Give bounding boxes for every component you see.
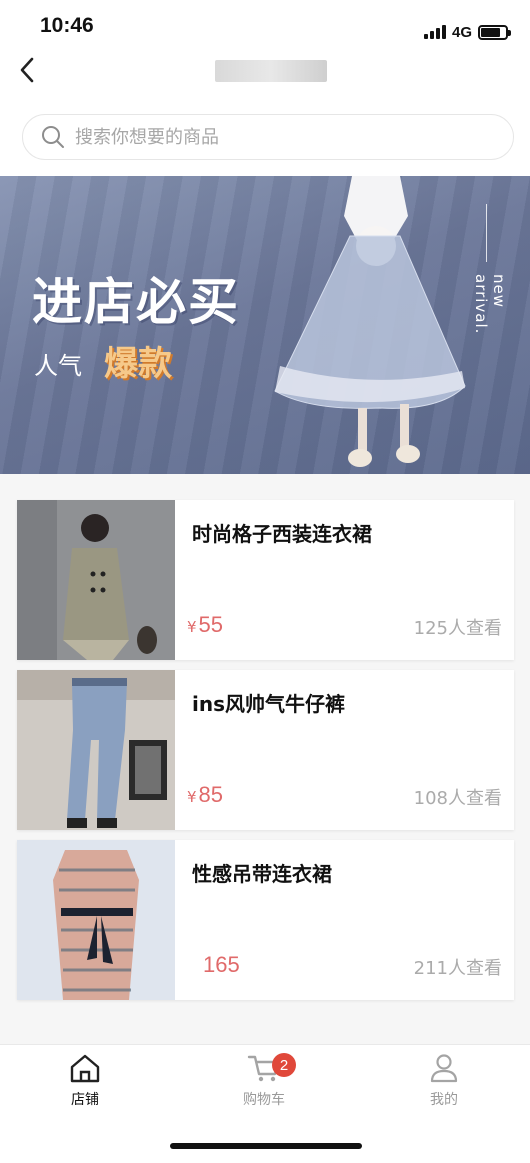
product-price: 165 [201,952,240,978]
profile-icon [430,1054,458,1083]
banner-model-image [274,176,466,467]
search-bar[interactable] [22,114,514,160]
chevron-left-icon [20,57,34,83]
product-price: ¥ 55 [187,612,223,638]
status-time: 10:46 [40,14,94,37]
tab-label: 店铺 [71,1092,99,1108]
battery-icon [478,24,511,40]
banner-side-label: new arrival. [472,274,508,335]
view-count: 108人查看 [413,788,502,809]
product-card[interactable]: 性感吊带连衣裙 165 211人查看 [17,840,514,1000]
search-input[interactable] [75,126,475,148]
cart-badge: 2 [272,1053,296,1077]
tab-profile[interactable]: 我的 [384,1053,504,1113]
nav-bar [0,46,530,96]
product-image [17,670,175,830]
price-value: 165 [203,952,240,977]
product-card[interactable]: ins风帅气牛仔裤 ¥ 85 108人查看 [17,670,514,830]
promo-banner[interactable]: 进店必买 人气 爆款 new arrival. [0,176,530,474]
signal-icon [423,25,446,39]
view-count: 125人查看 [413,618,502,639]
product-list: 时尚格子西装连衣裙 ¥ 55 125人查看 ins风帅气牛仔裤 ¥ 85 108… [0,474,530,1044]
home-indicator[interactable] [170,1143,362,1149]
banner-title: 进店必买 [32,273,240,331]
price-value: 85 [198,782,224,807]
product-image [17,840,175,1000]
store-icon [70,1054,100,1083]
back-button[interactable] [12,52,42,88]
tab-label: 我的 [430,1092,458,1108]
banner-side-text: new arrival. [462,204,508,364]
currency-symbol: ¥ [187,618,197,636]
product-name: 性感吊带连衣裙 [192,862,332,886]
product-card[interactable]: 时尚格子西装连衣裙 ¥ 55 125人查看 [17,500,514,660]
page-title [215,60,327,82]
currency-symbol: ¥ [187,788,197,806]
search-icon [42,126,64,148]
tab-cart[interactable]: 2 购物车 [204,1053,324,1113]
product-image [17,500,175,660]
price-value: 55 [198,612,224,637]
tab-store[interactable]: 店铺 [25,1053,145,1113]
status-bar: 10:46 4G [0,0,530,46]
status-indicators: 4G [423,22,511,42]
product-name: 时尚格子西装连衣裙 [192,522,372,546]
view-count: 211人查看 [413,958,502,979]
product-price: ¥ 85 [187,782,223,808]
search-section [0,96,530,176]
tab-label: 购物车 [243,1092,285,1108]
banner-highlight: 爆款 [104,344,172,384]
network-type: 4G [451,23,472,41]
banner-subtitle: 人气 [34,352,82,380]
product-name: ins风帅气牛仔裤 [192,692,345,716]
